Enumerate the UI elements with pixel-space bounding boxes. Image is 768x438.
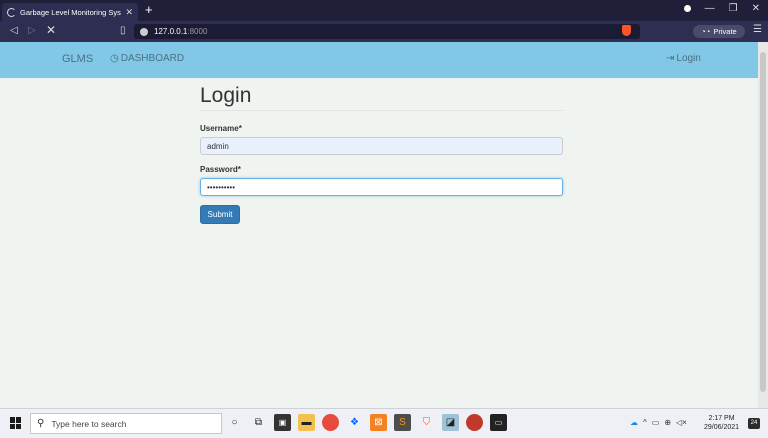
address-bar[interactable]: 127.0.0.1:8000 bbox=[134, 24, 640, 39]
taskbar-apps: ○ ⧉ ▣ ▬ ❖ ⊠ S ⛉ ◪ ▭ bbox=[226, 414, 507, 431]
sublime-text-icon[interactable]: S bbox=[394, 414, 411, 431]
url-host: 127.0.0.1 bbox=[154, 27, 188, 36]
dashboard-icon: ◷ bbox=[110, 53, 119, 64]
cortana-icon[interactable]: ○ bbox=[226, 414, 243, 431]
minimize-icon[interactable]: — bbox=[705, 3, 715, 14]
app-icon[interactable]: ◪ bbox=[442, 414, 459, 431]
volume-icon[interactable]: ◁× bbox=[676, 418, 687, 427]
windows-start-icon[interactable] bbox=[10, 417, 22, 429]
onedrive-icon[interactable]: ☁ bbox=[630, 418, 638, 427]
restore-icon[interactable]: ❐ bbox=[729, 3, 738, 14]
login-label: Login bbox=[676, 53, 701, 64]
private-window-badge[interactable]: ◔◔ Private bbox=[693, 25, 745, 38]
search-placeholder: Type here to search bbox=[51, 418, 127, 429]
system-tray: ☁ ^ ▭ ⊕ ◁× bbox=[630, 418, 687, 427]
brand-link[interactable]: GLMS bbox=[62, 53, 93, 65]
tab-close-icon[interactable]: ✕ bbox=[125, 7, 133, 18]
site-info-icon[interactable] bbox=[140, 27, 148, 36]
window-controls: — ❐ ✕ bbox=[683, 3, 760, 14]
login-link[interactable]: ⇥ Login bbox=[666, 53, 701, 64]
back-icon[interactable]: ◁ bbox=[10, 24, 18, 38]
task-view-icon[interactable]: ⧉ bbox=[250, 414, 267, 431]
clock-time: 2:17 PM bbox=[708, 415, 735, 422]
bookmark-icon[interactable]: ▯ bbox=[120, 24, 126, 38]
notification-center-icon[interactable]: 24 bbox=[748, 418, 760, 429]
page-scrollbar[interactable] bbox=[758, 42, 768, 408]
username-input[interactable] bbox=[200, 137, 563, 155]
browser-toolbar: ◁ ▷ ✕ ▯ 127.0.0.1:8000 ◔◔ Private ☰ bbox=[0, 21, 768, 42]
profile-icon[interactable] bbox=[683, 5, 691, 12]
url-port: :8000 bbox=[187, 27, 208, 36]
password-input[interactable] bbox=[200, 178, 563, 196]
username-label: Username* bbox=[200, 124, 242, 133]
loading-spinner-icon bbox=[7, 7, 16, 17]
battery-icon[interactable]: ▭ bbox=[652, 418, 660, 427]
submit-button[interactable]: Submit bbox=[200, 205, 240, 224]
page-title: Login bbox=[200, 84, 252, 107]
file-explorer-icon[interactable]: ▬ bbox=[298, 414, 315, 431]
browser-tab[interactable]: Garbage Level Monitoring System ✕ bbox=[2, 3, 138, 21]
brave-icon[interactable]: ⛉ bbox=[418, 414, 435, 431]
forward-icon[interactable]: ▷ bbox=[28, 24, 36, 38]
browser-tab-strip: Garbage Level Monitoring System ✕ + — ❐ … bbox=[0, 0, 768, 21]
dashboard-link[interactable]: ◷ DASHBOARD bbox=[110, 53, 184, 64]
stop-loading-icon[interactable]: ✕ bbox=[46, 23, 56, 37]
brave-shield-icon[interactable] bbox=[622, 25, 631, 36]
terminal-icon[interactable]: ▭ bbox=[490, 414, 507, 431]
network-icon[interactable]: ⊕ bbox=[664, 418, 671, 427]
taskbar-search-box[interactable]: ⚲ Type here to search bbox=[30, 413, 222, 434]
xampp-icon[interactable]: ⊠ bbox=[370, 414, 387, 431]
recorder-icon[interactable] bbox=[466, 414, 483, 431]
tab-title: Garbage Level Monitoring System bbox=[20, 7, 121, 17]
close-window-icon[interactable]: ✕ bbox=[752, 3, 760, 14]
private-label: Private bbox=[713, 27, 737, 36]
scroll-thumb[interactable] bbox=[760, 52, 766, 392]
chrome-icon[interactable] bbox=[322, 414, 339, 431]
title-divider bbox=[200, 110, 563, 111]
browser-menu-icon[interactable]: ☰ bbox=[753, 24, 762, 35]
login-icon: ⇥ bbox=[666, 53, 675, 64]
dropbox-icon[interactable]: ❖ bbox=[346, 414, 363, 431]
site-navbar: GLMS ◷ DASHBOARD ⇥ Login bbox=[0, 42, 758, 78]
password-label: Password* bbox=[200, 165, 241, 174]
windows-taskbar: ⚲ Type here to search ○ ⧉ ▣ ▬ ❖ ⊠ S ⛉ ◪ … bbox=[0, 408, 768, 438]
store-icon[interactable]: ▣ bbox=[274, 414, 291, 431]
dashboard-label: DASHBOARD bbox=[120, 53, 185, 64]
tray-overflow-icon[interactable]: ^ bbox=[643, 418, 647, 427]
new-tab-button[interactable]: + bbox=[145, 2, 153, 18]
taskbar-clock[interactable]: 2:17 PM 29/06/2021 bbox=[704, 414, 739, 432]
clock-date: 29/06/2021 bbox=[704, 424, 740, 431]
private-glasses-icon: ◔◔ bbox=[701, 27, 711, 36]
search-icon: ⚲ bbox=[37, 418, 45, 429]
